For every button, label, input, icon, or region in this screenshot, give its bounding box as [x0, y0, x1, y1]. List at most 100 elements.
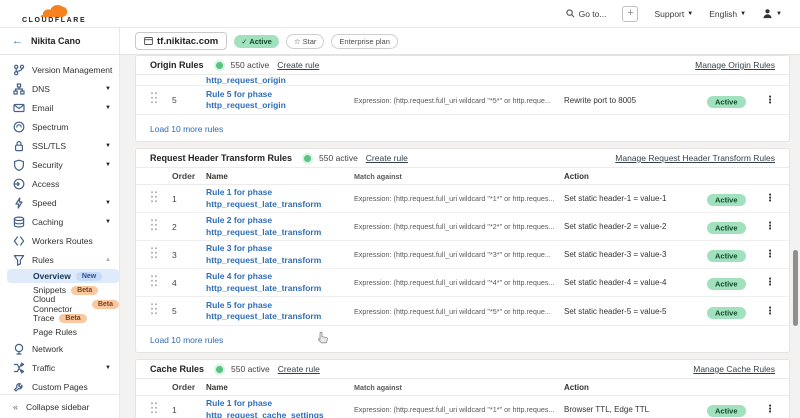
user-menu[interactable]: ▼: [762, 8, 782, 19]
rule-expression: Expression: (http.request.full_uri wildc…: [354, 278, 564, 287]
sidebar-item-dns[interactable]: DNS ▼: [0, 79, 119, 98]
support-menu[interactable]: Support▼: [654, 9, 693, 19]
spectrum-icon: [13, 121, 25, 133]
sidebar-item-custom-pages[interactable]: Custom Pages: [0, 377, 119, 394]
status-badge: Active: [707, 194, 746, 206]
sidebar-item-speed[interactable]: Speed ▼: [0, 193, 119, 212]
rule-name-link[interactable]: Rule 3 for phase http_request_late_trans…: [206, 243, 354, 266]
rule-action: Set static header-3 = value-3: [564, 250, 707, 259]
sidebar-item-access[interactable]: Access: [0, 174, 119, 193]
drag-handle-icon[interactable]: [150, 274, 157, 287]
chevron-down-icon: ▼: [105, 200, 111, 206]
sidebar-subitem-page-rules[interactable]: Page Rules: [0, 325, 119, 339]
column-name: Name: [206, 383, 354, 392]
kebab-menu-icon[interactable]: ⋮: [759, 277, 775, 288]
kebab-menu-icon[interactable]: ⋮: [759, 404, 775, 415]
kebab-menu-icon[interactable]: ⋮: [759, 249, 775, 260]
create-rule-link[interactable]: Create rule: [278, 364, 320, 374]
kebab-menu-icon[interactable]: ⋮: [759, 95, 775, 106]
scrollbar-thumb[interactable]: [793, 250, 798, 326]
sidebar-subitem-cloud-connector[interactable]: Cloud Connector Beta: [0, 297, 119, 311]
drag-handle-icon[interactable]: [150, 218, 157, 231]
language-menu[interactable]: English▼: [709, 9, 746, 19]
sidebar: Version Management DNS ▼ Email ▼ Spectru…: [0, 55, 120, 418]
status-badge: Active: [707, 222, 746, 234]
chevron-down-icon: ▼: [740, 11, 746, 17]
dns-icon: [13, 83, 25, 95]
sidebar-item-caching[interactable]: Caching ▼: [0, 212, 119, 231]
load-more-link[interactable]: Load 10 more rules: [150, 335, 223, 345]
drag-handle-icon[interactable]: [150, 246, 157, 259]
sidebar-subitem-overview[interactable]: Overview New: [7, 269, 119, 283]
column-action: Action: [564, 172, 707, 181]
manage-rules-link[interactable]: Manage Request Header Transform Rules: [615, 153, 775, 163]
rule-name-link[interactable]: Rule 4 for phase http_request_late_trans…: [206, 271, 354, 294]
zone-status-badge: ✓ Active: [234, 35, 279, 48]
manage-rules-link[interactable]: Manage Cache Rules: [693, 364, 775, 374]
add-button[interactable]: +: [622, 6, 638, 22]
rule-order: 4: [172, 278, 206, 288]
kebab-menu-icon[interactable]: ⋮: [759, 306, 775, 317]
drag-handle-icon[interactable]: [150, 401, 157, 414]
goto-search[interactable]: Go to...: [566, 9, 607, 19]
site-icon: [144, 37, 153, 45]
branch-icon: [13, 64, 25, 76]
chevron-down-icon: ▼: [105, 365, 111, 371]
rule-order: 5: [172, 306, 206, 316]
kebab-menu-icon[interactable]: ⋮: [759, 221, 775, 232]
active-count: 550 active: [231, 60, 270, 70]
rule-name-link[interactable]: http_request_origin: [206, 75, 354, 86]
rule-name-link[interactable]: Rule 1 for phase http_request_late_trans…: [206, 187, 354, 210]
plan-badge: Enterprise plan: [331, 34, 397, 49]
rule-name-link[interactable]: Rule 2 for phase http_request_late_trans…: [206, 215, 354, 238]
create-rule-link[interactable]: Create rule: [366, 153, 408, 163]
sidebar-item-spectrum[interactable]: Spectrum: [0, 117, 119, 136]
rule-action: Set static header-4 = value-4: [564, 278, 707, 287]
rule-row: 5 Rule 5 for phase http_request_origin E…: [136, 86, 789, 114]
sidebar-item-ssl-tls[interactable]: SSL/TLS ▼: [0, 136, 119, 155]
collapse-icon: «: [13, 402, 18, 412]
rule-name-link[interactable]: Rule 1 for phase http_request_cache_sett…: [206, 398, 354, 418]
sidebar-item-security[interactable]: Security ▼: [0, 155, 119, 174]
status-badge: Active: [707, 307, 746, 319]
drag-handle-icon[interactable]: [150, 302, 157, 315]
active-count: 550 active: [319, 153, 358, 163]
collapse-sidebar-button[interactable]: « Collapse sidebar: [0, 394, 119, 418]
manage-rules-link[interactable]: Manage Origin Rules: [695, 60, 775, 70]
rule-row: 3 Rule 3 for phase http_request_late_tra…: [136, 241, 789, 269]
rule-order: 2: [172, 222, 206, 232]
search-icon: [566, 9, 575, 18]
star-button[interactable]: ☆ Star: [286, 34, 325, 49]
rule-expression: Expression: (http.request.full_uri wildc…: [354, 96, 564, 105]
sidebar-item-version-management[interactable]: Version Management: [0, 60, 119, 79]
back-arrow-icon[interactable]: ←: [12, 35, 23, 47]
column-order: Order: [172, 171, 206, 181]
active-status-dot: [304, 155, 311, 162]
shield-icon: [13, 159, 25, 171]
sidebar-item-network[interactable]: Network: [0, 339, 119, 358]
status-badge: Active: [707, 250, 746, 262]
drag-handle-icon[interactable]: [150, 91, 157, 104]
chevron-down-icon: ▼: [105, 105, 111, 111]
rule-name-link[interactable]: Rule 5 for phase http_request_late_trans…: [206, 300, 354, 323]
rule-name-link[interactable]: Rule 5 for phase http_request_origin: [206, 89, 354, 112]
rule-row: 4 Rule 4 for phase http_request_late_tra…: [136, 269, 789, 297]
zone-selector[interactable]: tf.nikitac.com: [135, 32, 227, 50]
load-more-link[interactable]: Load 10 more rules: [150, 124, 223, 134]
account-header[interactable]: ← Nikita Cano: [0, 28, 120, 54]
rule-order: 1: [172, 405, 206, 415]
sidebar-item-workers-routes[interactable]: Workers Routes: [0, 231, 119, 250]
sidebar-item-rules[interactable]: Rules ▲: [0, 250, 119, 269]
kebab-menu-icon[interactable]: ⋮: [759, 193, 775, 204]
table-column-headers: Order Name Match against Action: [136, 379, 789, 396]
cloudflare-logo[interactable]: CLOUDFLARE: [22, 5, 86, 24]
active-count: 550 active: [231, 364, 270, 374]
main-content: Origin Rules 550 active Create rule Mana…: [120, 55, 800, 418]
status-badge: Active: [707, 96, 746, 108]
user-icon: [762, 8, 773, 19]
rule-expression: Expression: (http.request.full_uri wildc…: [354, 405, 564, 414]
create-rule-link[interactable]: Create rule: [277, 60, 319, 70]
drag-handle-icon[interactable]: [150, 190, 157, 203]
sidebar-item-traffic[interactable]: Traffic ▼: [0, 358, 119, 377]
sidebar-item-email[interactable]: Email ▼: [0, 98, 119, 117]
